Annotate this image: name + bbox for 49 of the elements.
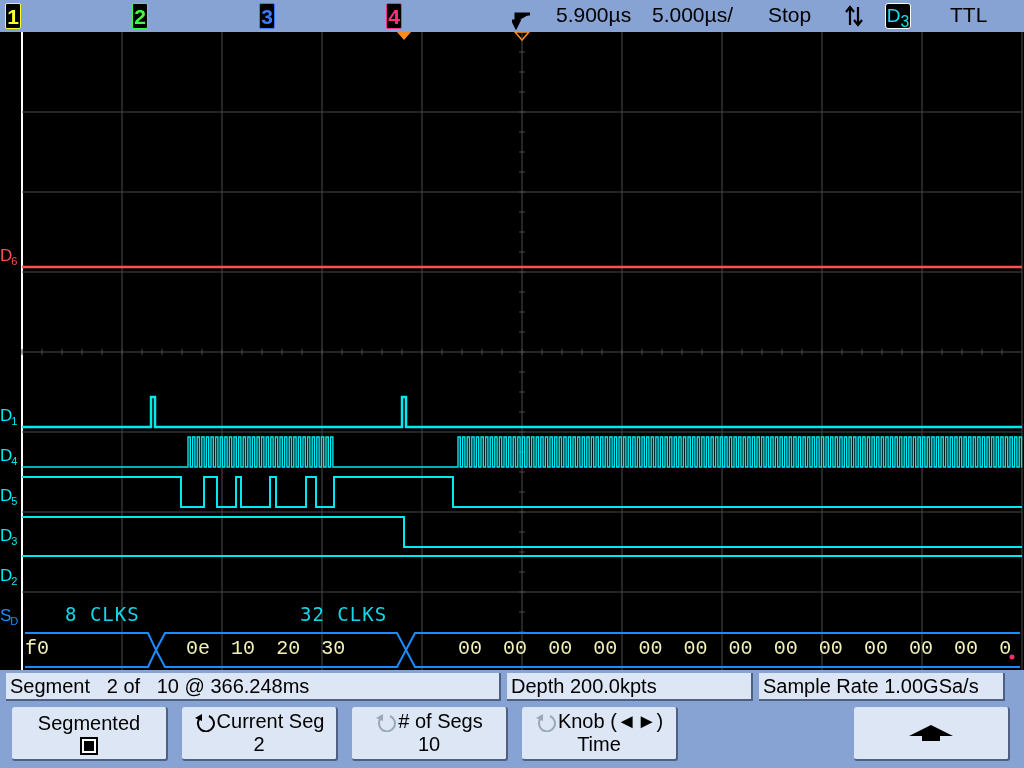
decoded-byte: 20 — [276, 637, 301, 660]
decoded-byte: 00 — [818, 637, 843, 660]
decoded-byte: 00 — [683, 637, 708, 660]
trigger-delay: 5.900µs — [556, 3, 632, 27]
decoded-byte: 00 — [638, 637, 663, 660]
segment-info: Segment 2 of 10 @ 366.248ms — [6, 673, 501, 701]
decoded-byte: 0 — [999, 637, 1012, 660]
channel-badge[interactable]: 1 — [5, 3, 21, 29]
up-arrow-softkey[interactable] — [854, 707, 1010, 761]
decoded-byte: 30 — [321, 637, 346, 660]
slope-icon — [845, 5, 863, 27]
trigger-level: TTL — [950, 3, 988, 27]
decoded-byte: 00 — [593, 637, 618, 660]
knob-softkey[interactable]: Knob (◄►) Time — [522, 707, 678, 761]
channel-label: D$_{2}$ — [0, 565, 17, 590]
channel-label: D$_{4}$ — [0, 445, 17, 470]
time-per-division: 5.000µs/ — [652, 3, 733, 27]
channel-label: D$_{5}$ — [0, 485, 17, 510]
channel-badge[interactable]: 3 — [259, 3, 275, 29]
segmented-softkey[interactable]: Segmented — [12, 707, 168, 761]
decoded-byte: 0e — [186, 637, 210, 660]
trigger-marker-icon — [513, 32, 531, 42]
decoded-byte: 00 — [728, 637, 753, 660]
memory-depth: Depth 200.0kpts — [507, 673, 753, 701]
decoded-byte: 00 — [503, 637, 528, 660]
channel-badge[interactable]: 4 — [386, 3, 402, 29]
channel-marker-icon — [397, 32, 411, 40]
decoded-byte: 00 — [458, 637, 482, 660]
decoded-byte: 00 — [548, 637, 573, 660]
decoded-byte: 00 — [909, 637, 933, 660]
channel-label: D$_{6}$ — [0, 245, 17, 270]
sample-rate: Sample Rate 1.00GSa/s — [759, 673, 1005, 701]
channel-label: D$_{3}$ — [0, 525, 17, 550]
knob-softkey[interactable]: # of Segs 10 — [352, 707, 508, 761]
channel-label: D$_{1}$ — [0, 405, 17, 430]
bus-annotation: 8 CLKS — [65, 603, 140, 625]
decoded-byte: 00 — [863, 637, 888, 660]
decoded-byte: 00 — [954, 637, 979, 660]
knob-softkey[interactable]: Current Seg 2 — [182, 707, 338, 761]
trigger-source: D$_{3}$ — [885, 3, 911, 29]
decoded-byte: 00 — [773, 637, 798, 660]
checkbox[interactable] — [80, 736, 98, 755]
decoded-byte: f0 — [25, 637, 49, 660]
overflow-dot-icon — [1009, 654, 1015, 660]
run-state: Stop — [768, 3, 812, 27]
channel-badge[interactable]: 2 — [132, 3, 148, 29]
bus-label: S$_{D}$ — [0, 605, 18, 630]
bus-annotation: 32 CLKS — [300, 603, 388, 625]
decoded-byte: 10 — [231, 637, 256, 660]
